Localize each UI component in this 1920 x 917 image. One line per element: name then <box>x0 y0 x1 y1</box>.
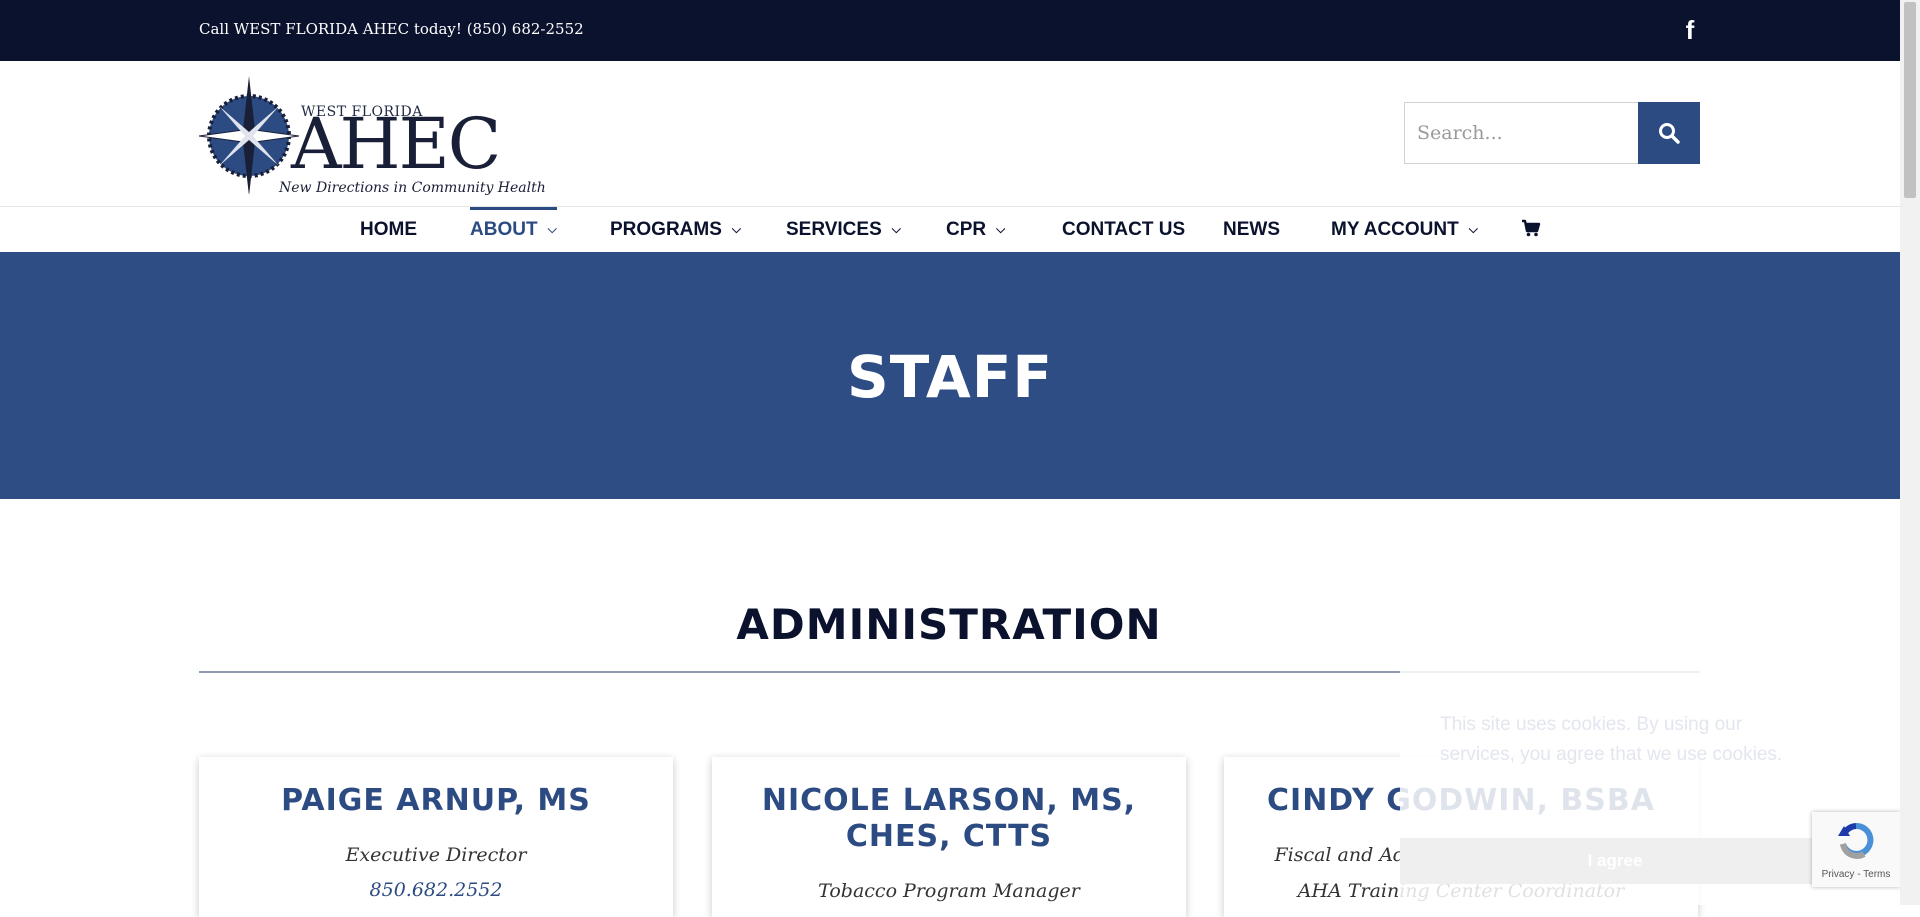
nav-item-about[interactable]: ABOUT ⌵ <box>470 207 557 252</box>
nav-item-label: SERVICES <box>786 219 882 240</box>
staff-name: PAIGE ARNUP, MS <box>281 783 591 818</box>
staff-name-line: NICOLE LARSON, MS, <box>761 783 1137 818</box>
staff-card: NICOLE LARSON, MS, CHES, CTTS Tobacco Pr… <box>712 757 1186 917</box>
staff-role: Executive Director <box>345 844 527 866</box>
call-text: Call WEST FLORIDA AHEC today! (850) 682-… <box>199 20 584 38</box>
facebook-icon[interactable]: f <box>1682 16 1698 44</box>
logo-tagline: New Directions in Community Health <box>279 180 546 196</box>
nav-item-label: ABOUT <box>470 219 538 240</box>
chevron-down-icon: ⌵ <box>1468 222 1478 236</box>
main-nav: HOME ABOUT ⌵ PROGRAMS ⌵ SERVICES ⌵ CPR ⌵ CON… <box>0 207 1900 252</box>
recaptcha-links[interactable]: Privacy - Terms <box>1812 869 1900 880</box>
shopping-cart-icon <box>1522 219 1541 237</box>
search-input[interactable] <box>1404 102 1638 164</box>
search-form <box>1404 102 1700 164</box>
nav-item-programs[interactable]: PROGRAMS ⌵ <box>610 207 741 252</box>
cookie-message: This site uses cookies. By using our ser… <box>1440 714 1783 765</box>
nav-item-my-account[interactable]: MY ACCOUNT ⌵ <box>1331 207 1478 252</box>
search-icon <box>1659 123 1680 144</box>
nav-item-news[interactable]: NEWS <box>1223 207 1280 252</box>
nav-item-label: NEWS <box>1223 219 1280 240</box>
chevron-down-icon: ⌵ <box>547 222 557 236</box>
site-logo[interactable]: WEST FLORIDA AHEC New Directions in Comm… <box>199 74 546 196</box>
page-title-bar: STAFF <box>0 252 1900 499</box>
nav-item-services[interactable]: SERVICES ⌵ <box>786 207 901 252</box>
staff-name-line: CHES, CTTS <box>845 819 1053 854</box>
cookie-notice: This site uses cookies. By using our ser… <box>1400 668 1880 905</box>
section-title: ADMINISTRATION <box>736 600 1162 649</box>
nav-item-home[interactable]: HOME <box>360 207 417 252</box>
nav-item-cpr[interactable]: CPR ⌵ <box>946 207 1005 252</box>
nav-item-label: HOME <box>360 219 417 240</box>
staff-phone-link[interactable]: 850.682.2552 <box>209 879 663 901</box>
nav-item-label: MY ACCOUNT <box>1331 219 1459 240</box>
top-bar: Call WEST FLORIDA AHEC today! (850) 682-… <box>0 0 1900 61</box>
recaptcha-badge[interactable]: Privacy - Terms <box>1812 812 1900 887</box>
logo-big-text: AHEC <box>291 103 501 185</box>
staff-name: NICOLE LARSON, MS, CHES, CTTS <box>722 783 1176 855</box>
nav-item-cart[interactable] <box>1521 207 1541 252</box>
recaptcha-icon <box>1838 822 1874 859</box>
search-button[interactable] <box>1638 102 1700 164</box>
site-header: WEST FLORIDA AHEC New Directions in Comm… <box>0 61 1900 207</box>
nav-item-contact-us[interactable]: CONTACT US <box>1062 207 1185 252</box>
nav-item-label: CPR <box>946 219 987 240</box>
compass-star-icon <box>199 76 299 194</box>
staff-role: Tobacco Program Manager <box>818 880 1080 902</box>
page-scrollbar[interactable] <box>1900 0 1920 905</box>
nav-item-label: PROGRAMS <box>610 219 722 240</box>
page-title: STAFF <box>847 343 1053 411</box>
chevron-down-icon: ⌵ <box>996 222 1006 236</box>
nav-item-label: CONTACT US <box>1062 219 1186 240</box>
chevron-down-icon: ⌵ <box>891 222 901 236</box>
cookie-accept-button[interactable]: I agree <box>1400 838 1830 884</box>
scrollbar-thumb[interactable] <box>1904 2 1916 198</box>
chevron-down-icon: ⌵ <box>731 222 742 236</box>
staff-card: PAIGE ARNUP, MS Executive Director 850.6… <box>199 757 673 917</box>
